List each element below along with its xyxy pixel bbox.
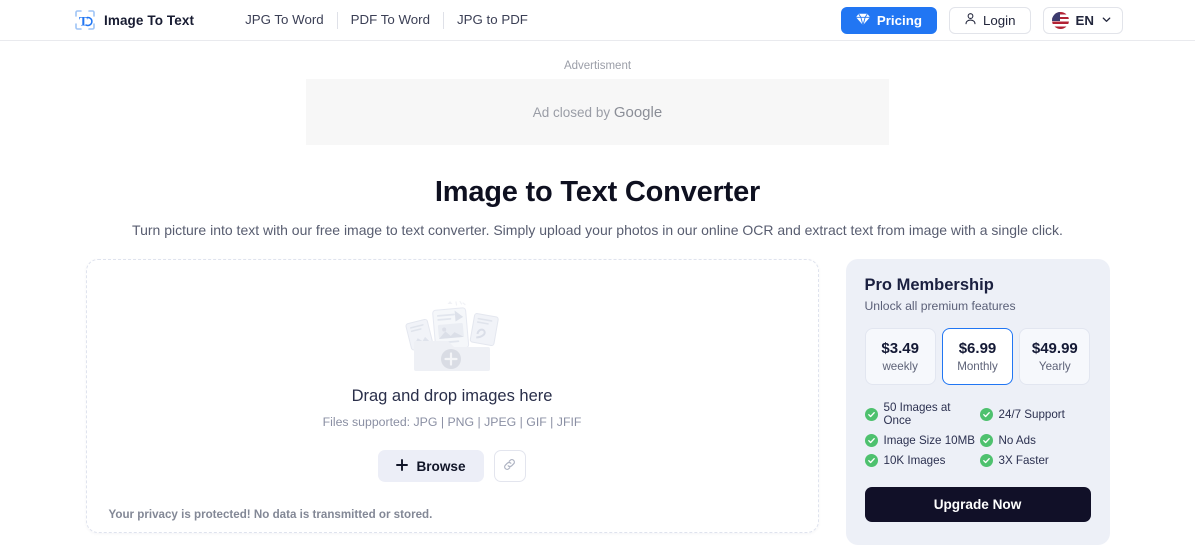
file-dropzone[interactable]: Drag and drop images here Files supporte…	[85, 259, 819, 533]
plus-icon	[396, 458, 409, 474]
feature-item: 24/7 Support	[979, 401, 1091, 427]
brand-name: Image To Text	[104, 12, 195, 28]
main-content: Drag and drop images here Files supporte…	[85, 259, 1110, 545]
check-circle-icon	[979, 407, 993, 421]
feature-item: Image Size 10MB	[864, 434, 976, 447]
pricing-button[interactable]: Pricing	[840, 6, 937, 34]
tier-price: $49.99	[1031, 340, 1078, 357]
chevron-down-icon	[1101, 13, 1112, 28]
site-header: T Image To Text JPG To Word PDF To Word …	[0, 0, 1195, 41]
url-upload-button[interactable]	[493, 450, 526, 482]
upgrade-now-button[interactable]: Upgrade Now	[864, 487, 1091, 522]
browse-button[interactable]: Browse	[378, 450, 484, 482]
login-button-label: Login	[982, 12, 1016, 28]
check-circle-icon	[864, 454, 878, 467]
feature-label: No Ads	[998, 434, 1036, 447]
primary-nav: JPG To Word PDF To Word JPG to PDF	[232, 11, 541, 29]
pricing-tiers: $3.49 weekly $6.99 Monthly $49.99 Yearly	[864, 328, 1091, 385]
advertisement-slot: Ad closed by Google	[306, 79, 889, 145]
diamond-icon	[855, 12, 870, 29]
feature-label: 3X Faster	[998, 454, 1049, 467]
brand-logo[interactable]: T Image To Text	[74, 9, 194, 31]
privacy-notice: Your privacy is protected! No data is tr…	[108, 508, 433, 521]
feature-label: 50 Images at Once	[883, 401, 951, 427]
advertisement-section: Advertisment Ad closed by Google	[0, 41, 1195, 145]
nav-item-jpg-to-word[interactable]: JPG To Word	[232, 12, 337, 28]
check-circle-icon	[979, 434, 993, 447]
pro-membership-panel: Pro Membership Unlock all premium featur…	[845, 259, 1110, 545]
language-selector[interactable]: EN	[1042, 6, 1123, 34]
us-flag-icon	[1051, 11, 1069, 29]
pricing-tier-monthly[interactable]: $6.99 Monthly	[941, 328, 1014, 385]
feature-label: 24/7 Support	[998, 407, 1065, 421]
page-subtitle: Turn picture into text with our free ima…	[132, 222, 1063, 238]
pricing-button-label: Pricing	[876, 12, 922, 28]
tier-period: weekly	[882, 360, 918, 373]
google-wordmark: Google	[613, 103, 663, 121]
nav-item-jpg-to-pdf[interactable]: JPG to PDF	[444, 12, 541, 28]
pro-subtitle: Unlock all premium features	[864, 299, 1016, 313]
feature-label: 10K Images	[883, 454, 946, 467]
tier-period: Yearly	[1038, 360, 1071, 373]
user-icon	[964, 12, 977, 28]
tier-period: Monthly	[957, 360, 998, 373]
dropzone-supported-formats: Files supported: JPG | PNG | JPEG | GIF …	[322, 415, 582, 429]
check-circle-icon	[864, 407, 878, 421]
feature-item: 10K Images	[864, 454, 976, 467]
hero-section: Image to Text Converter Turn picture int…	[0, 176, 1195, 238]
pro-features-list: 50 Images at Once 24/7 Support Image Siz…	[864, 401, 1091, 467]
feature-item: 50 Images at Once	[864, 401, 976, 427]
dropzone-actions: Browse	[378, 450, 526, 482]
language-label: EN	[1075, 12, 1094, 28]
link-icon	[502, 457, 517, 475]
pricing-tier-weekly[interactable]: $3.49 weekly	[864, 328, 936, 385]
file-upload-illustration	[392, 293, 512, 371]
feature-label: Image Size 10MB	[883, 434, 976, 447]
page-title: Image to Text Converter	[434, 176, 761, 208]
check-circle-icon	[979, 454, 993, 467]
advertisement-label: Advertisment	[563, 60, 632, 72]
browse-button-label: Browse	[416, 458, 466, 474]
header-actions: Pricing Login EN	[840, 6, 1123, 34]
check-circle-icon	[864, 434, 878, 447]
ad-closed-message: Ad closed by Google	[533, 104, 662, 121]
feature-item: No Ads	[979, 434, 1091, 447]
tier-price: $3.49	[881, 340, 919, 357]
pro-title: Pro Membership	[864, 276, 994, 294]
login-button[interactable]: Login	[948, 6, 1031, 34]
feature-item: 3X Faster	[979, 454, 1091, 467]
ad-closed-text: Ad closed by	[532, 104, 614, 120]
svg-text:T: T	[79, 14, 88, 29]
tier-price: $6.99	[958, 340, 997, 357]
pricing-tier-yearly[interactable]: $49.99 Yearly	[1019, 328, 1091, 385]
nav-item-pdf-to-word[interactable]: PDF To Word	[338, 12, 443, 28]
text-scan-icon: T	[74, 9, 96, 31]
dropzone-title: Drag and drop images here	[351, 387, 553, 405]
